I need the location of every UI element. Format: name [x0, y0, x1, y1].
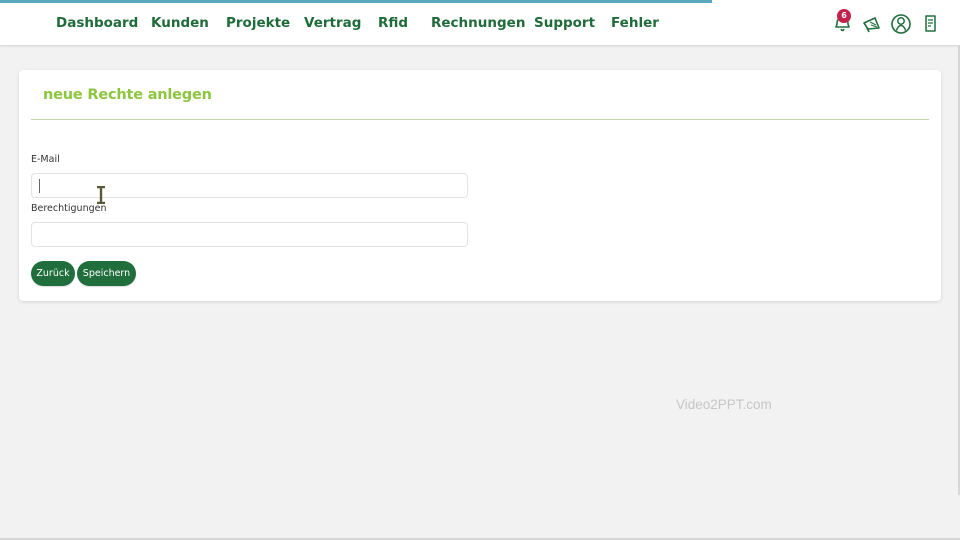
- main-nav: Dashboard Kunden Projekte Vertrag Rfid R…: [0, 0, 700, 45]
- header-icon-group: 6: [830, 0, 960, 45]
- text-cursor-icon: [97, 186, 105, 204]
- notifications-button[interactable]: 6: [832, 9, 854, 36]
- top-navigation-bar: Dashboard Kunden Projekte Vertrag Rfid R…: [0, 0, 960, 46]
- permissions-label: Berechtigungen: [31, 203, 107, 214]
- nav-item-support[interactable]: Support: [534, 15, 595, 31]
- nav-item-projekte[interactable]: Projekte: [226, 15, 290, 31]
- page-load-progress-bar: [0, 0, 712, 3]
- text-caret: [39, 179, 40, 193]
- document-icon: [925, 15, 936, 32]
- title-divider: [31, 119, 929, 120]
- user-circle-icon: [891, 14, 911, 34]
- back-button[interactable]: Zurück: [31, 261, 75, 286]
- save-button[interactable]: Speichern: [77, 261, 136, 286]
- email-label: E-Mail: [31, 154, 60, 165]
- nav-item-fehler[interactable]: Fehler: [611, 15, 659, 31]
- permissions-field[interactable]: [31, 222, 468, 247]
- tickets-button[interactable]: [920, 12, 942, 36]
- nav-item-vertrag[interactable]: Vertrag: [304, 15, 361, 31]
- nav-item-rfid[interactable]: Rfid: [378, 15, 408, 31]
- nav-item-rechnungen[interactable]: Rechnungen: [431, 15, 525, 31]
- megaphone-icon: [863, 17, 880, 33]
- announcements-button[interactable]: [861, 12, 883, 36]
- notification-count-badge: 6: [837, 9, 851, 23]
- nav-item-kunden[interactable]: Kunden: [151, 15, 209, 31]
- nav-item-dashboard[interactable]: Dashboard: [56, 15, 138, 31]
- watermark-text: Video2PPT.com: [676, 397, 772, 412]
- profile-button[interactable]: [890, 12, 912, 36]
- permission-form-card: neue Rechte anlegen E-Mail Berechtigunge…: [19, 70, 941, 301]
- page-title: neue Rechte anlegen: [43, 87, 212, 103]
